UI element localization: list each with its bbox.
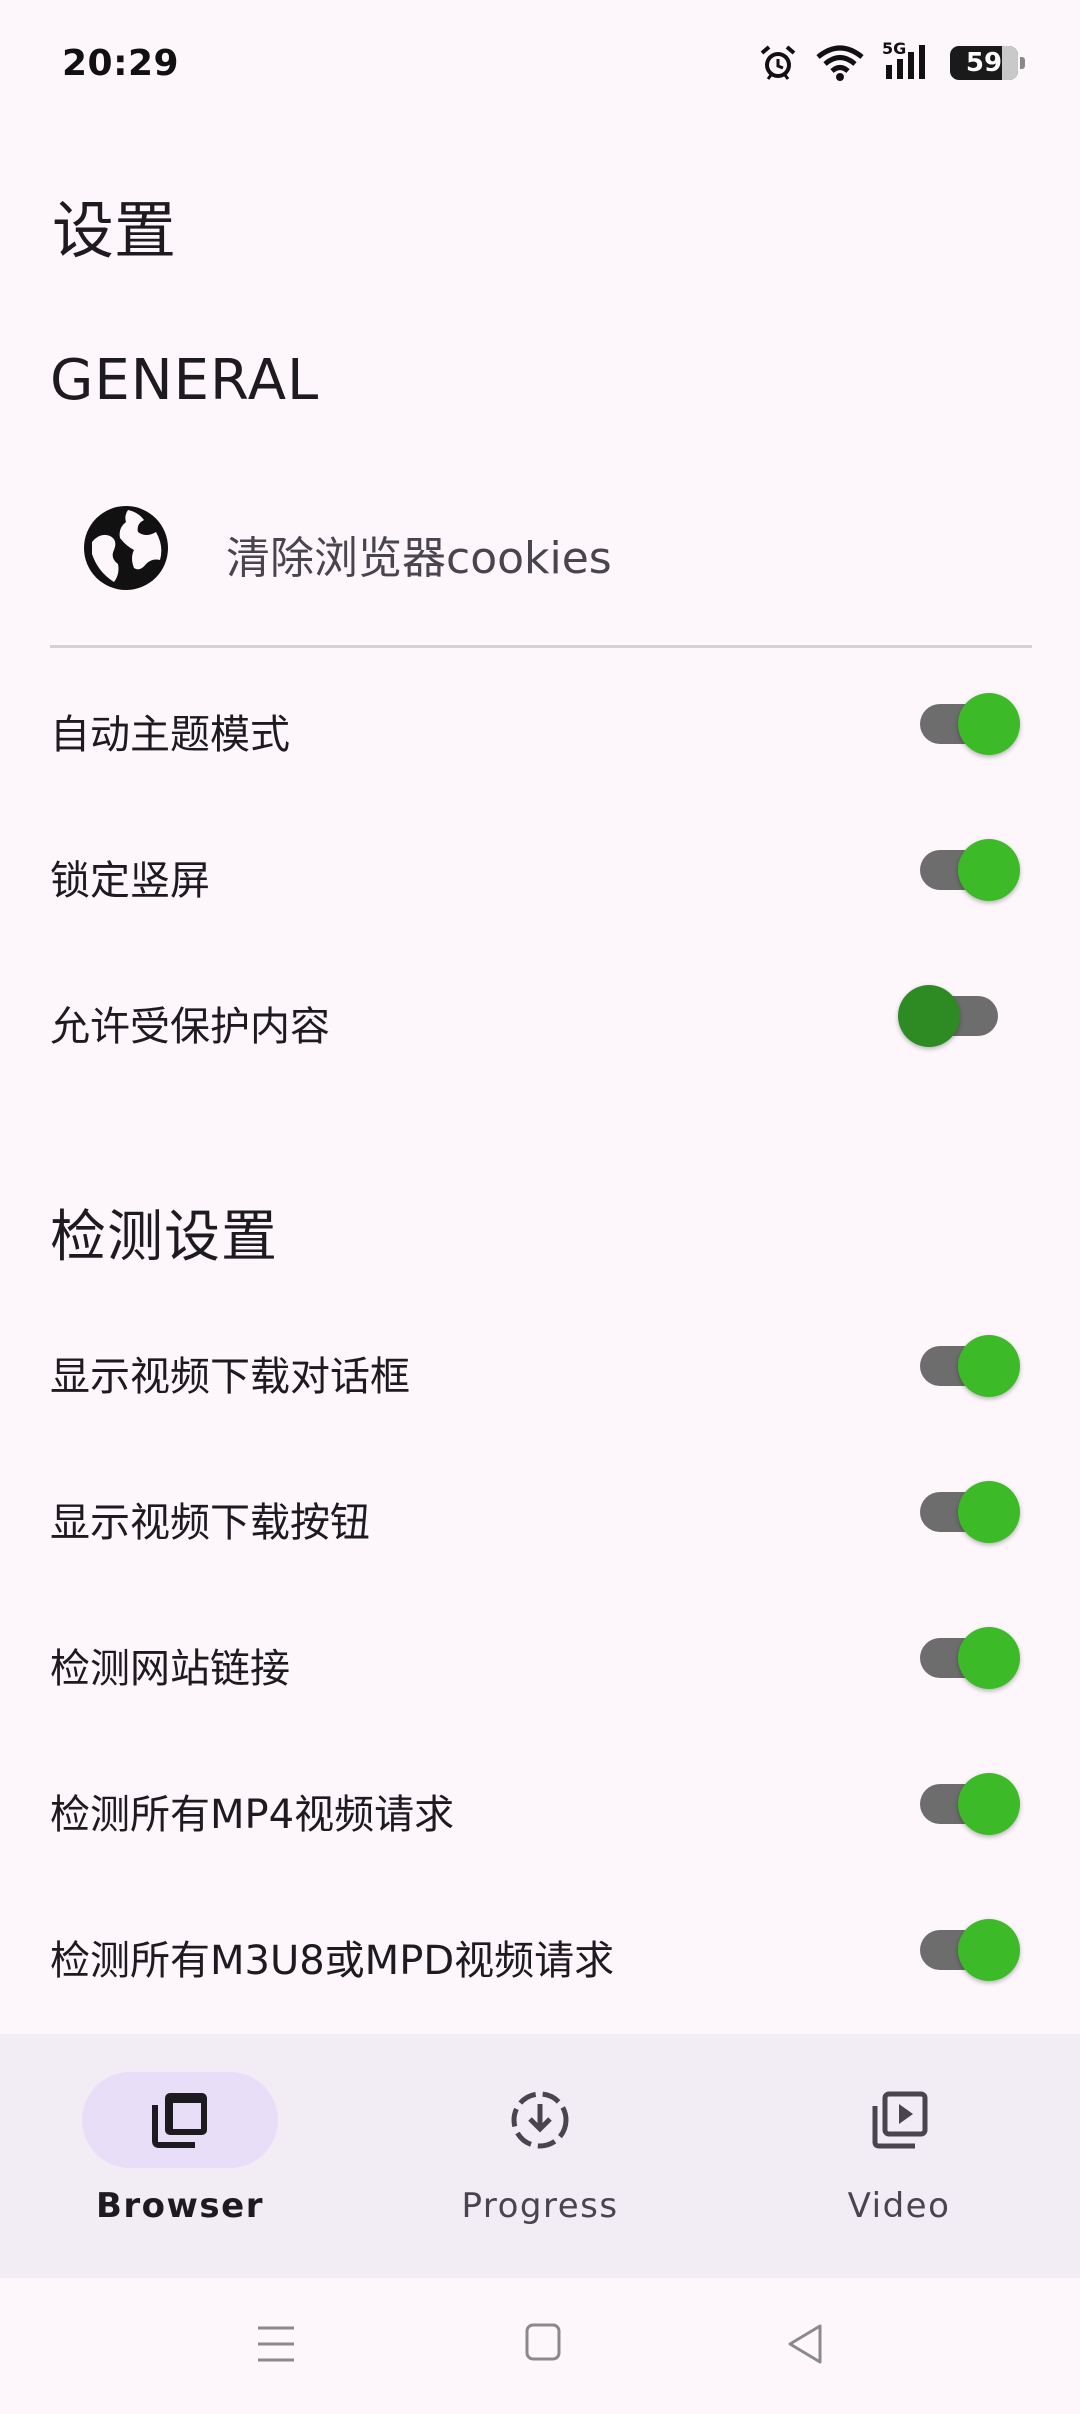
divider [50,645,1032,648]
nav-label-browser: Browser [95,2186,264,2226]
setting-label: 允许受保护内容 [50,1004,330,1050]
section-header-general: GENERAL [50,348,320,413]
setting-row-lock-portrait[interactable]: 锁定竖屏 [0,800,1080,940]
nav-label-progress: Progress [461,2186,619,2226]
auto-theme-switch[interactable] [920,693,1020,755]
detect-mp4-switch[interactable] [920,1773,1020,1835]
wifi-icon [816,45,864,81]
page-title: 设置 [52,194,177,267]
battery-icon: 59 [950,46,1025,80]
nav-label-video: Video [847,2186,951,2226]
protected-content-switch[interactable] [898,985,998,1047]
show-download-button-switch[interactable] [920,1481,1020,1543]
browser-tabs-icon [152,2093,207,2148]
battery-level: 59 [965,48,1003,78]
video-library-icon [872,2091,928,2149]
setting-label: 检测所有MP4视频请求 [50,1792,455,1838]
recent-apps-icon[interactable] [256,2322,296,2366]
back-icon[interactable] [786,2322,826,2366]
nav-indicator [801,2072,997,2168]
clear-cookies-row[interactable]: 清除浏览器cookies [0,488,1080,608]
nav-item-video[interactable]: Video [749,2072,1049,2252]
section-header-detection: 检测设置 [50,1205,278,1270]
setting-row-detect-mp4[interactable]: 检测所有MP4视频请求 [0,1734,1080,1874]
nav-indicator [82,2072,278,2168]
nav-item-progress[interactable]: Progress [390,2072,690,2252]
home-icon[interactable] [524,2322,562,2362]
bottom-navigation: Browser Progress Video [0,2034,1080,2278]
nav-indicator [442,2072,638,2168]
setting-row-show-download-button[interactable]: 显示视频下载按钮 [0,1442,1080,1582]
setting-label: 显示视频下载按钮 [50,1500,370,1546]
status-bar: 20:29 5G 59 [0,0,1080,126]
setting-label: 自动主题模式 [50,712,290,758]
globe-icon [84,506,168,590]
status-time: 20:29 [62,42,180,84]
setting-label: 检测网站链接 [50,1646,290,1692]
status-icons: 5G 59 [758,39,1025,83]
setting-label: 检测所有M3U8或MPD视频请求 [50,1938,615,1984]
download-progress-icon [511,2091,569,2149]
setting-row-detect-m3u8-mpd[interactable]: 检测所有M3U8或MPD视频请求 [0,1880,1080,2020]
nav-item-browser[interactable]: Browser [30,2072,330,2252]
lock-portrait-switch[interactable] [920,839,1020,901]
setting-label: 锁定竖屏 [50,858,210,904]
detect-site-links-switch[interactable] [920,1627,1020,1689]
clear-cookies-label: 清除浏览器cookies [226,533,612,584]
cellular-signal-icon: 5G [882,39,934,83]
setting-row-detect-site-links[interactable]: 检测网站链接 [0,1588,1080,1728]
setting-row-protected-content[interactable]: 允许受保护内容 [0,946,1080,1086]
show-download-dialog-switch[interactable] [920,1335,1020,1397]
setting-row-show-download-dialog[interactable]: 显示视频下载对话框 [0,1296,1080,1436]
detect-m3u8-mpd-switch[interactable] [920,1919,1020,1981]
setting-label: 显示视频下载对话框 [50,1354,410,1400]
alarm-icon [760,45,796,80]
system-navigation-bar [0,2278,1080,2414]
setting-row-auto-theme[interactable]: 自动主题模式 [0,654,1080,794]
